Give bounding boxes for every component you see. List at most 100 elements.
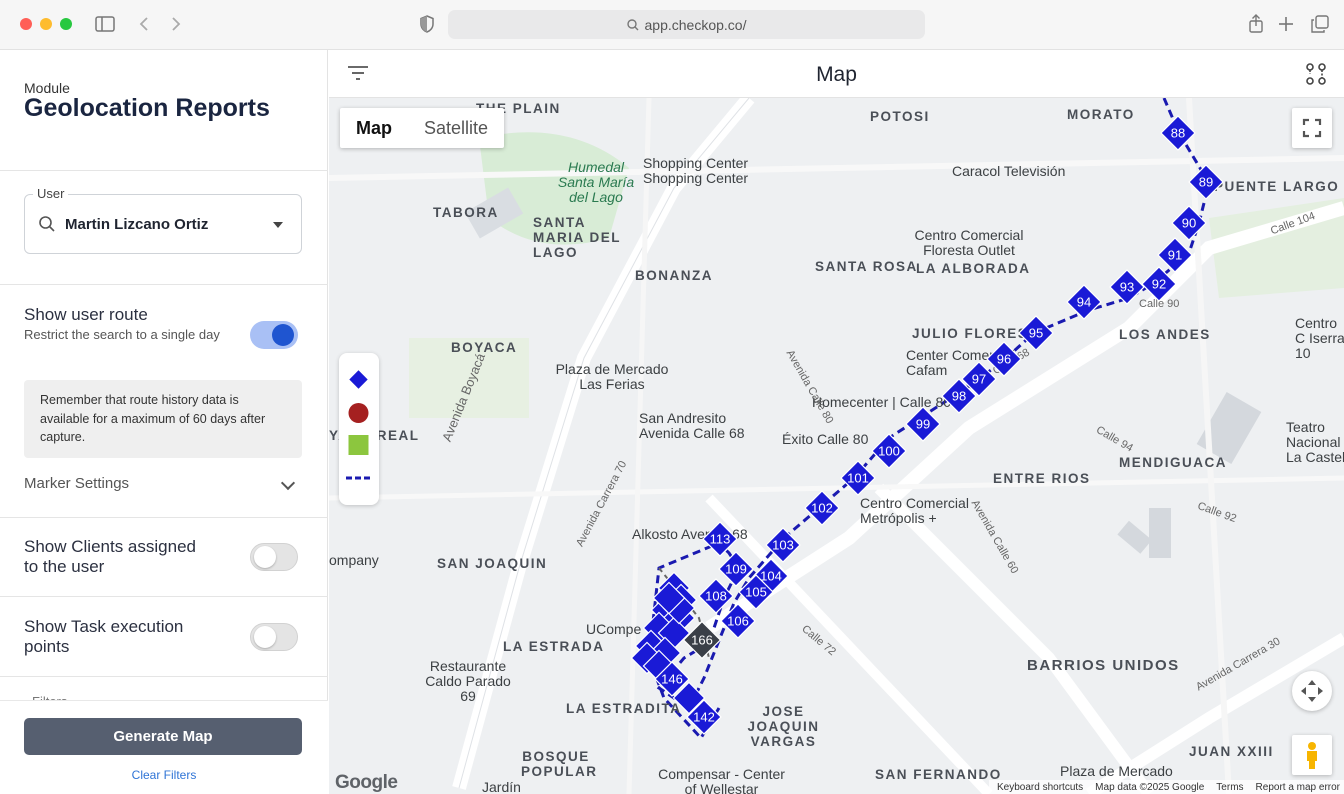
divider — [0, 284, 328, 285]
route-marker-label: 104 — [760, 569, 782, 584]
sidebar-footer: Generate Map Clear Filters — [0, 700, 328, 794]
show-tasks-title: Show Task execution points — [24, 617, 184, 656]
camera-control-button[interactable] — [1292, 671, 1332, 711]
route-marker-label: 94 — [1077, 295, 1091, 310]
map-type-map-button[interactable]: Map — [340, 108, 408, 148]
route-history-info: Remember that route history data is avai… — [24, 380, 302, 458]
map-type-satellite-button[interactable]: Satellite — [408, 108, 504, 148]
route-marker-label: 98 — [952, 389, 966, 404]
route-marker[interactable]: 96 — [986, 341, 1022, 377]
client-marker-legend-icon — [348, 403, 369, 423]
move-arrows-icon — [1301, 680, 1323, 702]
route-marker[interactable]: 99 — [905, 406, 941, 442]
route-marker-label: 101 — [847, 471, 869, 486]
share-icon[interactable] — [1248, 14, 1264, 34]
route-marker[interactable]: 91 — [1157, 237, 1193, 273]
tabs-overview-icon[interactable] — [1311, 15, 1329, 33]
route-marker-label: 108 — [705, 589, 727, 604]
route-marker[interactable]: 108 — [698, 578, 734, 614]
route-marker[interactable]: 90 — [1171, 205, 1207, 241]
route-marker[interactable]: 88 — [1160, 115, 1196, 151]
route-marker-label: 89 — [1199, 175, 1213, 190]
route-marker[interactable]: 92 — [1141, 266, 1177, 302]
show-route-toggle[interactable] — [250, 321, 298, 349]
user-field-label: User — [33, 186, 69, 201]
route-marker[interactable]: 113 — [702, 521, 738, 557]
route-marker[interactable]: 93 — [1109, 269, 1145, 305]
route-marker-label: 102 — [811, 501, 833, 516]
route-marker[interactable]: 94 — [1066, 284, 1102, 320]
forward-icon[interactable] — [170, 16, 182, 32]
show-route-title: Show user route — [24, 305, 148, 324]
address-bar[interactable]: app.checkop.co/ — [448, 10, 925, 39]
route-marker[interactable]: 95 — [1018, 315, 1054, 351]
route-marker-label: 106 — [727, 614, 749, 629]
divider — [0, 596, 328, 597]
divider — [0, 676, 328, 677]
new-tab-icon[interactable] — [1278, 16, 1294, 32]
current-position-marker[interactable]: 166 — [682, 620, 722, 660]
browser-chrome: app.checkop.co/ — [0, 0, 1344, 50]
route-marker-label: 100 — [878, 444, 900, 459]
report-error-link[interactable]: Report a map error — [1256, 782, 1340, 793]
minimize-window-button[interactable] — [40, 18, 52, 30]
route-marker-legend-icon — [349, 370, 368, 389]
dropdown-caret-icon[interactable] — [273, 222, 283, 228]
page-title: Map — [816, 63, 857, 86]
clear-filters-link[interactable]: Clear Filters — [0, 768, 328, 782]
route-marker[interactable]: 102 — [804, 490, 840, 526]
sidebar: Module Geolocation Reports User Martin L… — [0, 50, 328, 794]
divider — [0, 517, 328, 518]
route-marker-label: 88 — [1171, 126, 1185, 141]
route-marker-label: 90 — [1182, 216, 1196, 231]
task-marker-legend-icon — [348, 435, 369, 455]
route-marker[interactable]: 100 — [871, 433, 907, 469]
close-window-button[interactable] — [20, 18, 32, 30]
pegman-icon — [1307, 742, 1317, 769]
map-data-text: Map data ©2025 Google — [1095, 781, 1205, 793]
route-marker-label: 97 — [972, 372, 986, 387]
route-icon[interactable] — [1305, 63, 1327, 85]
keyboard-shortcuts-link[interactable]: Keyboard shortcuts — [997, 782, 1083, 793]
show-tasks-toggle[interactable] — [250, 623, 298, 651]
search-icon — [39, 216, 55, 232]
map-type-control[interactable]: Map Satellite — [340, 108, 505, 148]
user-select[interactable]: User Martin Lizcano Ortiz — [24, 186, 302, 254]
search-icon — [626, 18, 639, 30]
route-marker-label: 99 — [916, 417, 930, 432]
street-view-pegman-button[interactable] — [1292, 735, 1332, 775]
toggle-knob — [254, 626, 276, 648]
route-marker[interactable]: 89 — [1188, 164, 1224, 200]
module-title: Geolocation Reports — [24, 94, 270, 122]
route-marker-label: 142 — [693, 710, 715, 725]
route-markers[interactable]: 8889909192939495969798991001011021031041… — [329, 98, 1344, 794]
route-marker[interactable]: 109 — [718, 551, 754, 587]
terms-link[interactable]: Terms — [1216, 782, 1243, 793]
route-marker-label: 103 — [772, 538, 794, 553]
map-header: Map — [329, 50, 1344, 98]
generate-map-button[interactable]: Generate Map — [24, 718, 302, 755]
route-marker[interactable]: 106 — [720, 603, 756, 639]
route-marker-label: 93 — [1120, 280, 1134, 295]
route-marker[interactable]: 101 — [840, 460, 876, 496]
route-marker-label: 91 — [1168, 248, 1182, 263]
map-canvas[interactable]: THE PLAIN POTOSI MORATO TABORA SANTA MAR… — [329, 98, 1344, 794]
route-marker[interactable]: 103 — [765, 527, 801, 563]
show-clients-toggle[interactable] — [250, 543, 298, 571]
current-marker-label: 166 — [691, 633, 713, 648]
show-route-subtitle: Restrict the search to a single day — [24, 327, 220, 342]
shield-icon[interactable] — [419, 15, 435, 33]
fullscreen-button[interactable] — [1292, 108, 1332, 148]
route-marker-label: 109 — [725, 562, 747, 577]
fullscreen-icon — [1302, 118, 1322, 138]
route-marker-label: 105 — [745, 585, 767, 600]
url-text: app.checkop.co/ — [644, 16, 747, 33]
chevron-down-icon[interactable] — [280, 475, 296, 491]
marker-settings-label[interactable]: Marker Settings — [24, 475, 129, 492]
google-logo: Google — [335, 772, 398, 793]
user-field-value: Martin Lizcano Ortiz — [65, 216, 209, 233]
back-icon[interactable] — [138, 16, 150, 32]
route-marker-label: 92 — [1152, 277, 1166, 292]
maximize-window-button[interactable] — [60, 18, 72, 30]
sidebar-toggle-icon[interactable] — [95, 15, 115, 33]
